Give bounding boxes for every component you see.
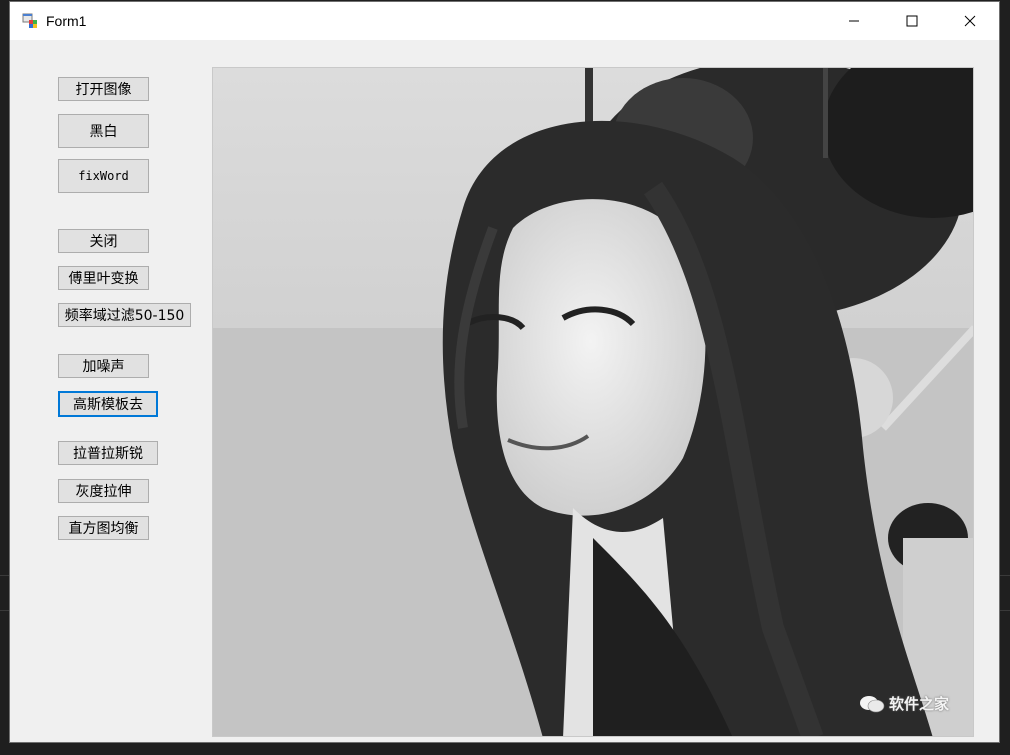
maximize-button[interactable]: [883, 2, 941, 40]
histogram-equalize-button[interactable]: 直方图均衡: [58, 516, 149, 540]
close-app-button[interactable]: 关闭: [58, 229, 149, 253]
image-picturebox[interactable]: 软件之家: [212, 67, 974, 737]
close-icon: [964, 15, 976, 27]
fourier-transform-button[interactable]: 傅里叶变换: [58, 266, 149, 290]
fixword-button[interactable]: fixWord: [58, 159, 149, 193]
gray-stretch-button[interactable]: 灰度拉伸: [58, 479, 149, 503]
maximize-icon: [906, 15, 918, 27]
frequency-filter-button[interactable]: 频率域过滤50-150: [58, 303, 191, 327]
minimize-button[interactable]: [825, 2, 883, 40]
image-watermark: 软件之家: [859, 693, 949, 714]
close-button[interactable]: [941, 2, 999, 40]
window-title: Form1: [46, 13, 87, 29]
title-bar[interactable]: Form1: [10, 2, 999, 40]
grayscale-portrait-image: [213, 68, 973, 736]
window-controls: [825, 2, 999, 40]
laplacian-sharpen-button[interactable]: 拉普拉斯锐: [58, 441, 158, 465]
form-client-area: 打开图像 黑白 fixWord 关闭 傅里叶变换 频率域过滤50-150 加噪声…: [10, 40, 999, 742]
form-window: Form1 打开图像 黑白 fixWord 关闭 傅里叶变换 频率域过滤50-1…: [9, 1, 1000, 743]
wechat-icon: [859, 695, 885, 712]
open-image-button[interactable]: 打开图像: [58, 77, 149, 101]
minimize-icon: [849, 20, 859, 22]
add-noise-button[interactable]: 加噪声: [58, 354, 149, 378]
black-white-button[interactable]: 黑白: [58, 114, 149, 148]
app-icon: [22, 13, 38, 29]
watermark-text: 软件之家: [888, 695, 949, 713]
gaussian-template-button[interactable]: 高斯模板去: [58, 391, 158, 417]
